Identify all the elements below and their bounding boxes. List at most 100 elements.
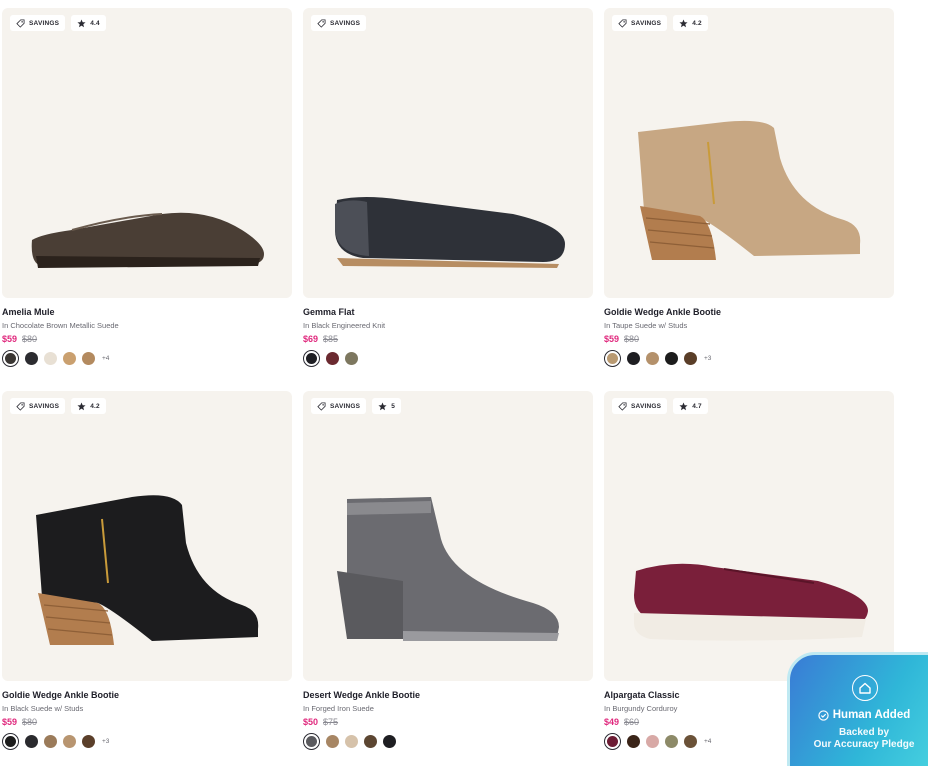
color-swatch[interactable]: [345, 734, 358, 748]
product-name[interactable]: Goldie Wedge Ankle Bootie: [604, 307, 894, 318]
product-image-area[interactable]: SAVINGS 4.2: [2, 391, 292, 681]
color-swatch[interactable]: [684, 351, 697, 365]
product-name[interactable]: Gemma Flat: [303, 307, 593, 318]
sale-price: $50: [303, 717, 319, 727]
product-image[interactable]: [604, 391, 894, 681]
color-swatch[interactable]: [604, 732, 621, 750]
product-variant: In Forged Iron Suede: [303, 704, 374, 713]
color-swatch[interactable]: [63, 351, 76, 365]
color-swatch[interactable]: [665, 351, 678, 365]
product-image[interactable]: [2, 391, 292, 681]
badge-subtitle-line-2: Our Accuracy Pledge: [813, 739, 915, 750]
sale-price: $59: [2, 717, 18, 727]
star-icon: [679, 402, 688, 411]
color-swatch[interactable]: [345, 351, 358, 365]
color-swatch[interactable]: [646, 351, 659, 365]
color-swatches: [303, 349, 593, 367]
accuracy-pledge-badge[interactable]: Human Added Backed by Our Accuracy Pledg…: [787, 652, 928, 766]
color-swatch[interactable]: [604, 349, 621, 367]
color-swatch[interactable]: [63, 734, 76, 748]
product-card[interactable]: SAVINGS 4.2 Goldie Wedge Ankle Bootie In…: [604, 8, 894, 367]
color-swatch[interactable]: [684, 734, 697, 748]
more-colors-count[interactable]: +3: [704, 355, 711, 362]
color-swatch[interactable]: [2, 732, 19, 750]
home-icon: [852, 675, 878, 701]
color-swatch[interactable]: [646, 734, 659, 748]
rating-value: 4.4: [90, 19, 100, 27]
product-card[interactable]: SAVINGS Gemma Flat In Black Engineered K…: [303, 8, 593, 367]
color-swatch[interactable]: [627, 734, 640, 748]
rating-chip: 4.2: [71, 398, 106, 414]
more-colors-count[interactable]: +3: [102, 738, 109, 745]
product-variant: In Chocolate Brown Metallic Suede: [2, 321, 119, 330]
rating-value: 4.2: [692, 19, 702, 27]
color-swatch[interactable]: [627, 351, 640, 365]
color-swatch[interactable]: [326, 351, 339, 365]
color-swatch[interactable]: [2, 349, 19, 367]
tag-icon: [618, 401, 627, 411]
color-swatch[interactable]: [44, 734, 57, 748]
savings-chip: SAVINGS: [612, 15, 668, 31]
more-colors-count[interactable]: +4: [704, 738, 711, 745]
color-swatch[interactable]: [25, 351, 38, 365]
product-info: Desert Wedge Ankle Bootie In Forged Iron…: [303, 681, 593, 750]
savings-label: SAVINGS: [29, 19, 60, 27]
product-image-area[interactable]: SAVINGS 5: [303, 391, 593, 681]
product-image[interactable]: [303, 8, 593, 298]
color-swatch[interactable]: [44, 351, 57, 365]
savings-label: SAVINGS: [631, 402, 662, 410]
badge-subtitle-line-1: Backed by: [838, 727, 890, 738]
original-price: $60: [624, 717, 640, 727]
product-image-area[interactable]: SAVINGS 4.4: [2, 8, 292, 298]
product-info: Goldie Wedge Ankle Bootie In Taupe Suede…: [604, 298, 894, 367]
color-swatch[interactable]: [82, 351, 95, 365]
color-swatch[interactable]: [303, 349, 320, 367]
product-card[interactable]: SAVINGS 4.4 Amelia Mule In Chocolate Bro…: [2, 8, 292, 367]
product-image[interactable]: [604, 8, 894, 298]
product-image-area[interactable]: SAVINGS 4.2: [604, 8, 894, 298]
product-chips: SAVINGS 4.7: [612, 398, 708, 414]
color-swatches: +3: [2, 732, 292, 750]
product-chips: SAVINGS 4.2: [612, 15, 708, 31]
color-swatch[interactable]: [303, 732, 320, 750]
product-chips: SAVINGS 4.2: [10, 398, 106, 414]
product-image[interactable]: [2, 8, 292, 298]
rating-value: 4.2: [90, 402, 100, 410]
product-variant: In Black Engineered Knit: [303, 321, 386, 330]
product-prices: $59 $80: [2, 716, 292, 728]
product-prices: $69 $85: [303, 333, 593, 345]
product-image-area[interactable]: SAVINGS 4.7: [604, 391, 894, 681]
color-swatch[interactable]: [665, 734, 678, 748]
color-swatch[interactable]: [383, 734, 396, 748]
original-price: $75: [323, 717, 339, 727]
color-swatch[interactable]: [25, 734, 38, 748]
rating-value: 4.7: [692, 402, 702, 410]
rating-value: 5: [391, 402, 396, 410]
savings-label: SAVINGS: [631, 19, 662, 27]
product-name[interactable]: Goldie Wedge Ankle Bootie: [2, 690, 292, 701]
check-circle-icon: [818, 709, 829, 721]
rating-chip: 4.2: [673, 15, 708, 31]
product-name[interactable]: Desert Wedge Ankle Bootie: [303, 690, 593, 701]
product-image[interactable]: [303, 391, 593, 681]
more-colors-count[interactable]: +4: [102, 355, 109, 362]
star-icon: [378, 402, 387, 411]
product-card[interactable]: SAVINGS 4.2 Goldie Wedge Ankle Bootie In…: [2, 391, 292, 750]
tag-icon: [16, 401, 25, 411]
product-chips: SAVINGS: [311, 15, 367, 31]
color-swatch[interactable]: [326, 734, 339, 748]
product-chips: SAVINGS 4.4: [10, 15, 106, 31]
sale-price: $59: [604, 334, 620, 344]
savings-chip: SAVINGS: [10, 15, 66, 31]
savings-label: SAVINGS: [330, 19, 361, 27]
color-swatch[interactable]: [82, 734, 95, 748]
product-image-area[interactable]: SAVINGS: [303, 8, 593, 298]
product-card[interactable]: SAVINGS 5 Desert Wedge Ankle Bootie In F…: [303, 391, 593, 750]
product-name[interactable]: Amelia Mule: [2, 307, 292, 318]
product-variant: In Black Suede w/ Studs: [2, 704, 84, 713]
color-swatch[interactable]: [364, 734, 377, 748]
product-prices: $59 $80: [604, 333, 894, 345]
product-chips: SAVINGS 5: [311, 398, 402, 414]
original-price: $85: [323, 334, 339, 344]
tag-icon: [317, 18, 326, 28]
